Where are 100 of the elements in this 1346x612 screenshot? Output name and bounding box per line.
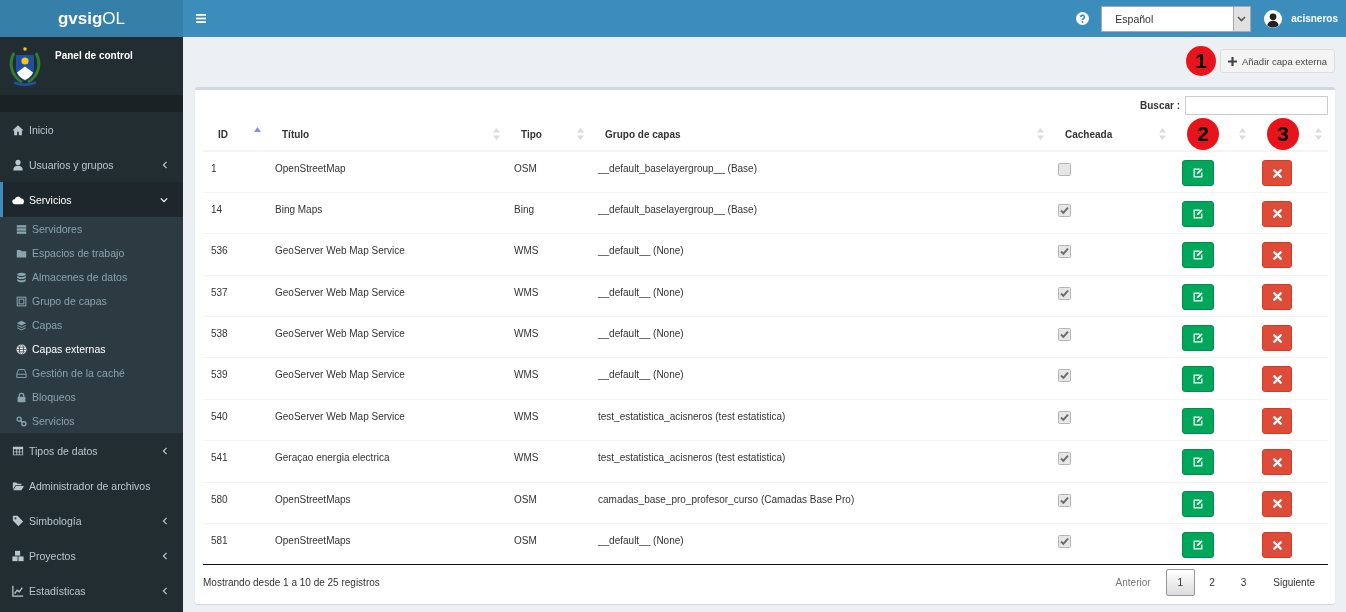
tag-icon (12, 514, 24, 527)
menu-item[interactable]: Simbología (0, 503, 183, 538)
table-cell: WMS (506, 440, 590, 483)
cross-icon (1272, 333, 1282, 343)
edit-button[interactable] (1182, 200, 1214, 227)
drive-icon (16, 367, 27, 379)
table-cell: __default__ (None) (590, 233, 1050, 276)
checkbox[interactable] (1058, 163, 1071, 176)
delete-button[interactable] (1262, 325, 1292, 352)
edit-icon (1192, 167, 1204, 179)
table-cell: WMS (506, 357, 590, 400)
delete-button[interactable] (1262, 366, 1292, 393)
delete-button[interactable] (1262, 532, 1292, 558)
table-cell: 537 (203, 275, 267, 317)
table-cell: GeoServer Web Map Service (267, 233, 506, 276)
table-cell: __default__ (None) (590, 357, 1050, 400)
edit-icon (1192, 456, 1204, 469)
table-cell: WMS (506, 399, 590, 441)
page-button[interactable]: 2 (1197, 569, 1227, 597)
submenu-item[interactable]: Bloqueos (0, 385, 183, 409)
edit-button[interactable] (1182, 407, 1214, 434)
edit-button[interactable] (1182, 490, 1214, 517)
avatar-icon (1264, 9, 1283, 28)
edit-button[interactable] (1182, 532, 1214, 558)
submenu-item[interactable]: Almacenes de datos (0, 265, 183, 289)
column-header[interactable]: Cacheada (1065, 128, 1113, 140)
user-menu[interactable]: acisneros (1264, 9, 1338, 28)
submenu-item[interactable]: Espacios de trabajo (0, 241, 183, 265)
search-label: Buscar : (1140, 100, 1180, 111)
submenu-item[interactable]: Servicios (0, 409, 183, 433)
table-cell: OpenStreetMaps (267, 482, 506, 524)
table-cell: 539 (203, 357, 267, 400)
edit-button[interactable] (1182, 325, 1214, 352)
menu-icon (196, 14, 206, 23)
delete-button[interactable] (1262, 160, 1292, 186)
checkbox[interactable] (1058, 245, 1071, 259)
delete-button[interactable] (1262, 449, 1292, 476)
delete-button[interactable] (1262, 242, 1292, 269)
column-header[interactable]: ID (218, 128, 228, 140)
delete-button[interactable] (1262, 200, 1292, 227)
checkbox[interactable] (1058, 286, 1071, 300)
table-cell: GeoServer Web Map Service (267, 399, 506, 441)
table-cell: __default__ (None) (590, 316, 1050, 358)
column-header[interactable]: Tipo (521, 128, 542, 140)
table-cell: 536 (203, 233, 267, 276)
language-select[interactable]: Español (1101, 5, 1252, 32)
help-icon[interactable] (1076, 12, 1090, 25)
checkbox[interactable] (1058, 203, 1071, 217)
layers-icon (16, 319, 27, 331)
app-logo[interactable]: gvsigOL (0, 0, 183, 37)
checkbox[interactable] (1058, 369, 1071, 383)
menu-item[interactable]: Tipos de datos (0, 433, 183, 468)
menu-item[interactable]: Usuarios y grupos (0, 147, 183, 182)
edit-button[interactable] (1182, 449, 1214, 476)
edit-icon (1192, 290, 1204, 303)
table-cell: __default_baselayergroup__ (Base) (590, 151, 1050, 193)
column-header[interactable]: Grupo de capas (605, 128, 681, 140)
delete-button[interactable] (1262, 490, 1292, 517)
sort-ascending-icon[interactable] (254, 127, 261, 132)
edit-button[interactable] (1182, 366, 1214, 393)
checkbox[interactable] (1058, 452, 1071, 466)
page-button[interactable]: 3 (1228, 569, 1259, 597)
cross-icon (1272, 374, 1282, 384)
table-cell: Geraçao energia electrica (267, 440, 506, 483)
cross-icon (1272, 168, 1282, 178)
submenu-item[interactable]: Capas externas (0, 337, 183, 361)
menu-item[interactable]: Proyectos (0, 538, 183, 573)
edit-button[interactable] (1182, 242, 1214, 269)
annotation-marker: 1 (1185, 46, 1216, 76)
table-cell: camadas_base_pro_profesor_curso (Camadas Base Pro) (590, 482, 1050, 524)
database-icon (16, 271, 27, 283)
delete-button[interactable] (1262, 283, 1292, 310)
checkbox[interactable] (1058, 410, 1071, 424)
edit-icon (1192, 332, 1204, 345)
add-layer-button[interactable]: Añadir capa externa (1219, 49, 1335, 73)
submenu-item[interactable]: Gestión de la caché (0, 361, 183, 385)
table-cell: 1 (203, 151, 267, 193)
dropdown-icon (1233, 6, 1251, 31)
table-cell: GeoServer Web Map Service (267, 316, 506, 358)
globe-icon (16, 343, 27, 355)
menu-item[interactable]: Inicio (0, 112, 183, 147)
column-header[interactable]: Título (282, 128, 310, 140)
menu-item[interactable]: Servicios (0, 182, 183, 217)
page-button[interactable]: 1 (1165, 569, 1196, 597)
edit-button[interactable] (1182, 160, 1214, 186)
checkbox[interactable] (1058, 493, 1071, 507)
submenu-item[interactable]: Servidores (0, 217, 183, 241)
next-button[interactable]: Siguiente (1260, 569, 1328, 597)
cross-icon (1272, 209, 1282, 219)
search-input[interactable] (1185, 96, 1328, 115)
checkbox[interactable] (1058, 328, 1071, 342)
table-cell: WMS (506, 275, 590, 317)
delete-button[interactable] (1262, 407, 1292, 434)
checkbox[interactable] (1058, 535, 1071, 548)
submenu-item[interactable]: Capas (0, 313, 183, 337)
menu-item[interactable]: Estadísticas (0, 573, 183, 608)
submenu-item[interactable]: Grupo de capas (0, 289, 183, 313)
edit-button[interactable] (1182, 283, 1214, 310)
menu-item[interactable]: Administrador de archivos (0, 468, 183, 503)
table-cell: 581 (203, 523, 267, 565)
